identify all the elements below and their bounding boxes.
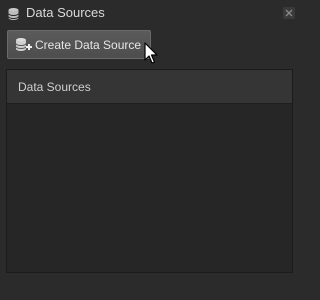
create-data-source-label: Create Data Source bbox=[35, 38, 142, 52]
close-button[interactable] bbox=[283, 7, 295, 19]
data-sources-list[interactable] bbox=[7, 104, 292, 272]
create-data-source-button[interactable]: Create Data Source bbox=[7, 30, 151, 59]
add-database-icon bbox=[15, 37, 33, 53]
database-icon bbox=[7, 7, 20, 21]
panel-header-title: Data Sources bbox=[18, 80, 91, 94]
close-icon bbox=[283, 7, 295, 19]
window-title: Data Sources bbox=[26, 5, 105, 20]
panel-header: Data Sources bbox=[7, 70, 292, 104]
title-bar[interactable]: Data Sources bbox=[0, 0, 300, 27]
data-sources-window: Data Sources Create Data Source Data Sou bbox=[0, 0, 300, 300]
data-sources-panel: Data Sources bbox=[6, 69, 293, 273]
